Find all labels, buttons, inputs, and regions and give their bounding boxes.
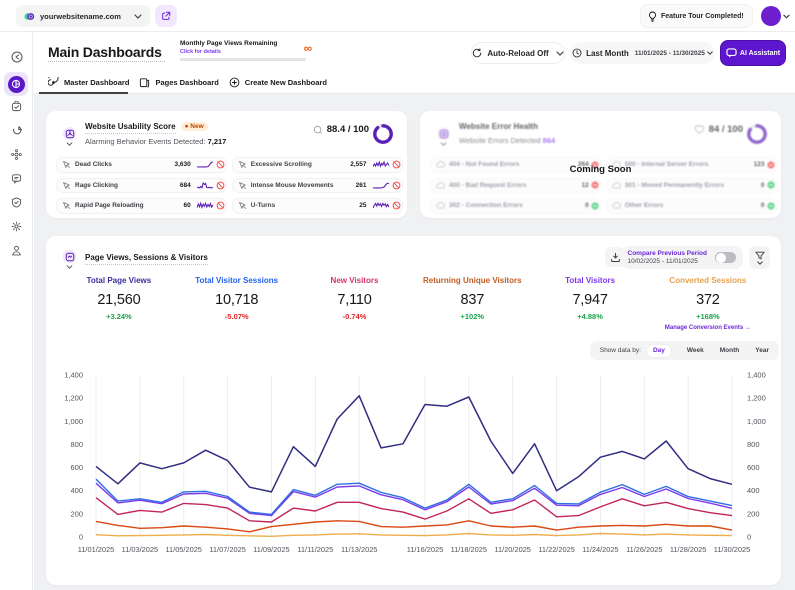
svg-text:11/20/2025: 11/20/2025 [494, 545, 530, 554]
svg-text:600: 600 [70, 463, 83, 472]
svg-text:1,000: 1,000 [64, 417, 83, 426]
svg-text:11/30/2025: 11/30/2025 [714, 545, 750, 554]
svg-text:800: 800 [747, 440, 760, 449]
svg-text:11/07/2025: 11/07/2025 [209, 545, 245, 554]
svg-text:0: 0 [79, 533, 83, 542]
svg-text:1,000: 1,000 [747, 417, 766, 426]
svg-text:400: 400 [70, 486, 83, 495]
svg-text:11/13/2025: 11/13/2025 [341, 545, 377, 554]
svg-text:11/03/2025: 11/03/2025 [122, 545, 158, 554]
svg-text:0: 0 [747, 533, 751, 542]
svg-text:11/26/2025: 11/26/2025 [626, 545, 662, 554]
svg-text:400: 400 [747, 486, 760, 495]
svg-text:1,200: 1,200 [64, 394, 83, 403]
svg-text:1,400: 1,400 [747, 371, 766, 380]
svg-text:11/22/2025: 11/22/2025 [538, 545, 574, 554]
svg-text:11/16/2025: 11/16/2025 [407, 545, 443, 554]
svg-text:11/18/2025: 11/18/2025 [451, 545, 487, 554]
svg-text:1,200: 1,200 [747, 394, 766, 403]
svg-text:200: 200 [70, 509, 83, 518]
svg-text:11/05/2025: 11/05/2025 [165, 545, 201, 554]
svg-text:11/11/2025: 11/11/2025 [297, 545, 333, 554]
svg-text:200: 200 [747, 509, 760, 518]
svg-text:11/24/2025: 11/24/2025 [582, 545, 618, 554]
svg-text:1,400: 1,400 [64, 371, 83, 380]
svg-text:600: 600 [747, 463, 760, 472]
svg-text:11/01/2025: 11/01/2025 [78, 545, 114, 554]
svg-text:800: 800 [70, 440, 83, 449]
svg-text:11/28/2025: 11/28/2025 [670, 545, 706, 554]
svg-text:11/09/2025: 11/09/2025 [253, 545, 289, 554]
